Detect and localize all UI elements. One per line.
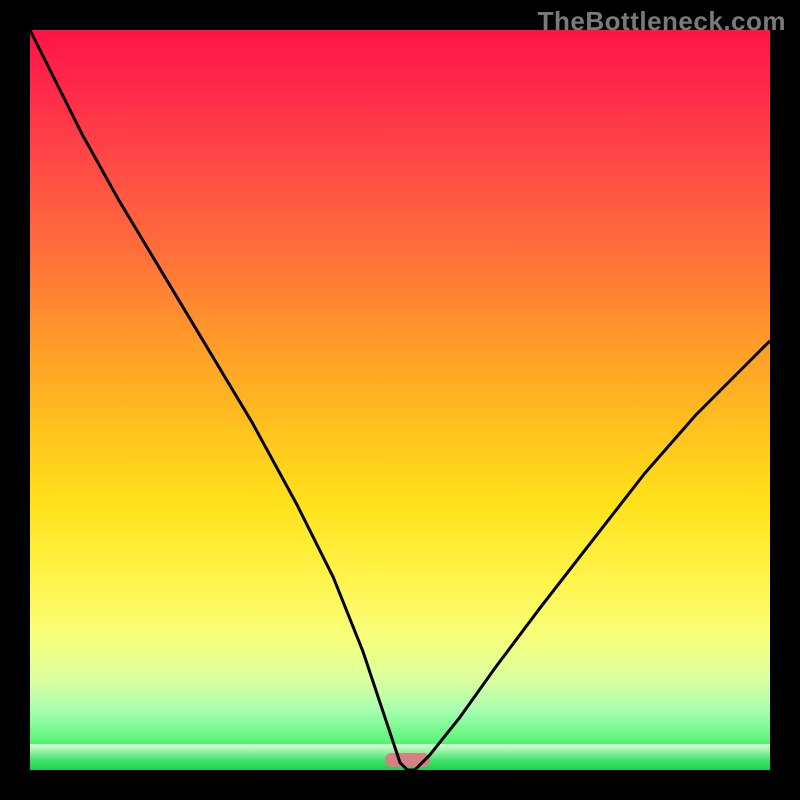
chart-frame: TheBottleneck.com [0, 0, 800, 800]
plot-area [30, 30, 770, 770]
watermark-text: TheBottleneck.com [538, 6, 786, 37]
bottleneck-curve [30, 30, 770, 770]
